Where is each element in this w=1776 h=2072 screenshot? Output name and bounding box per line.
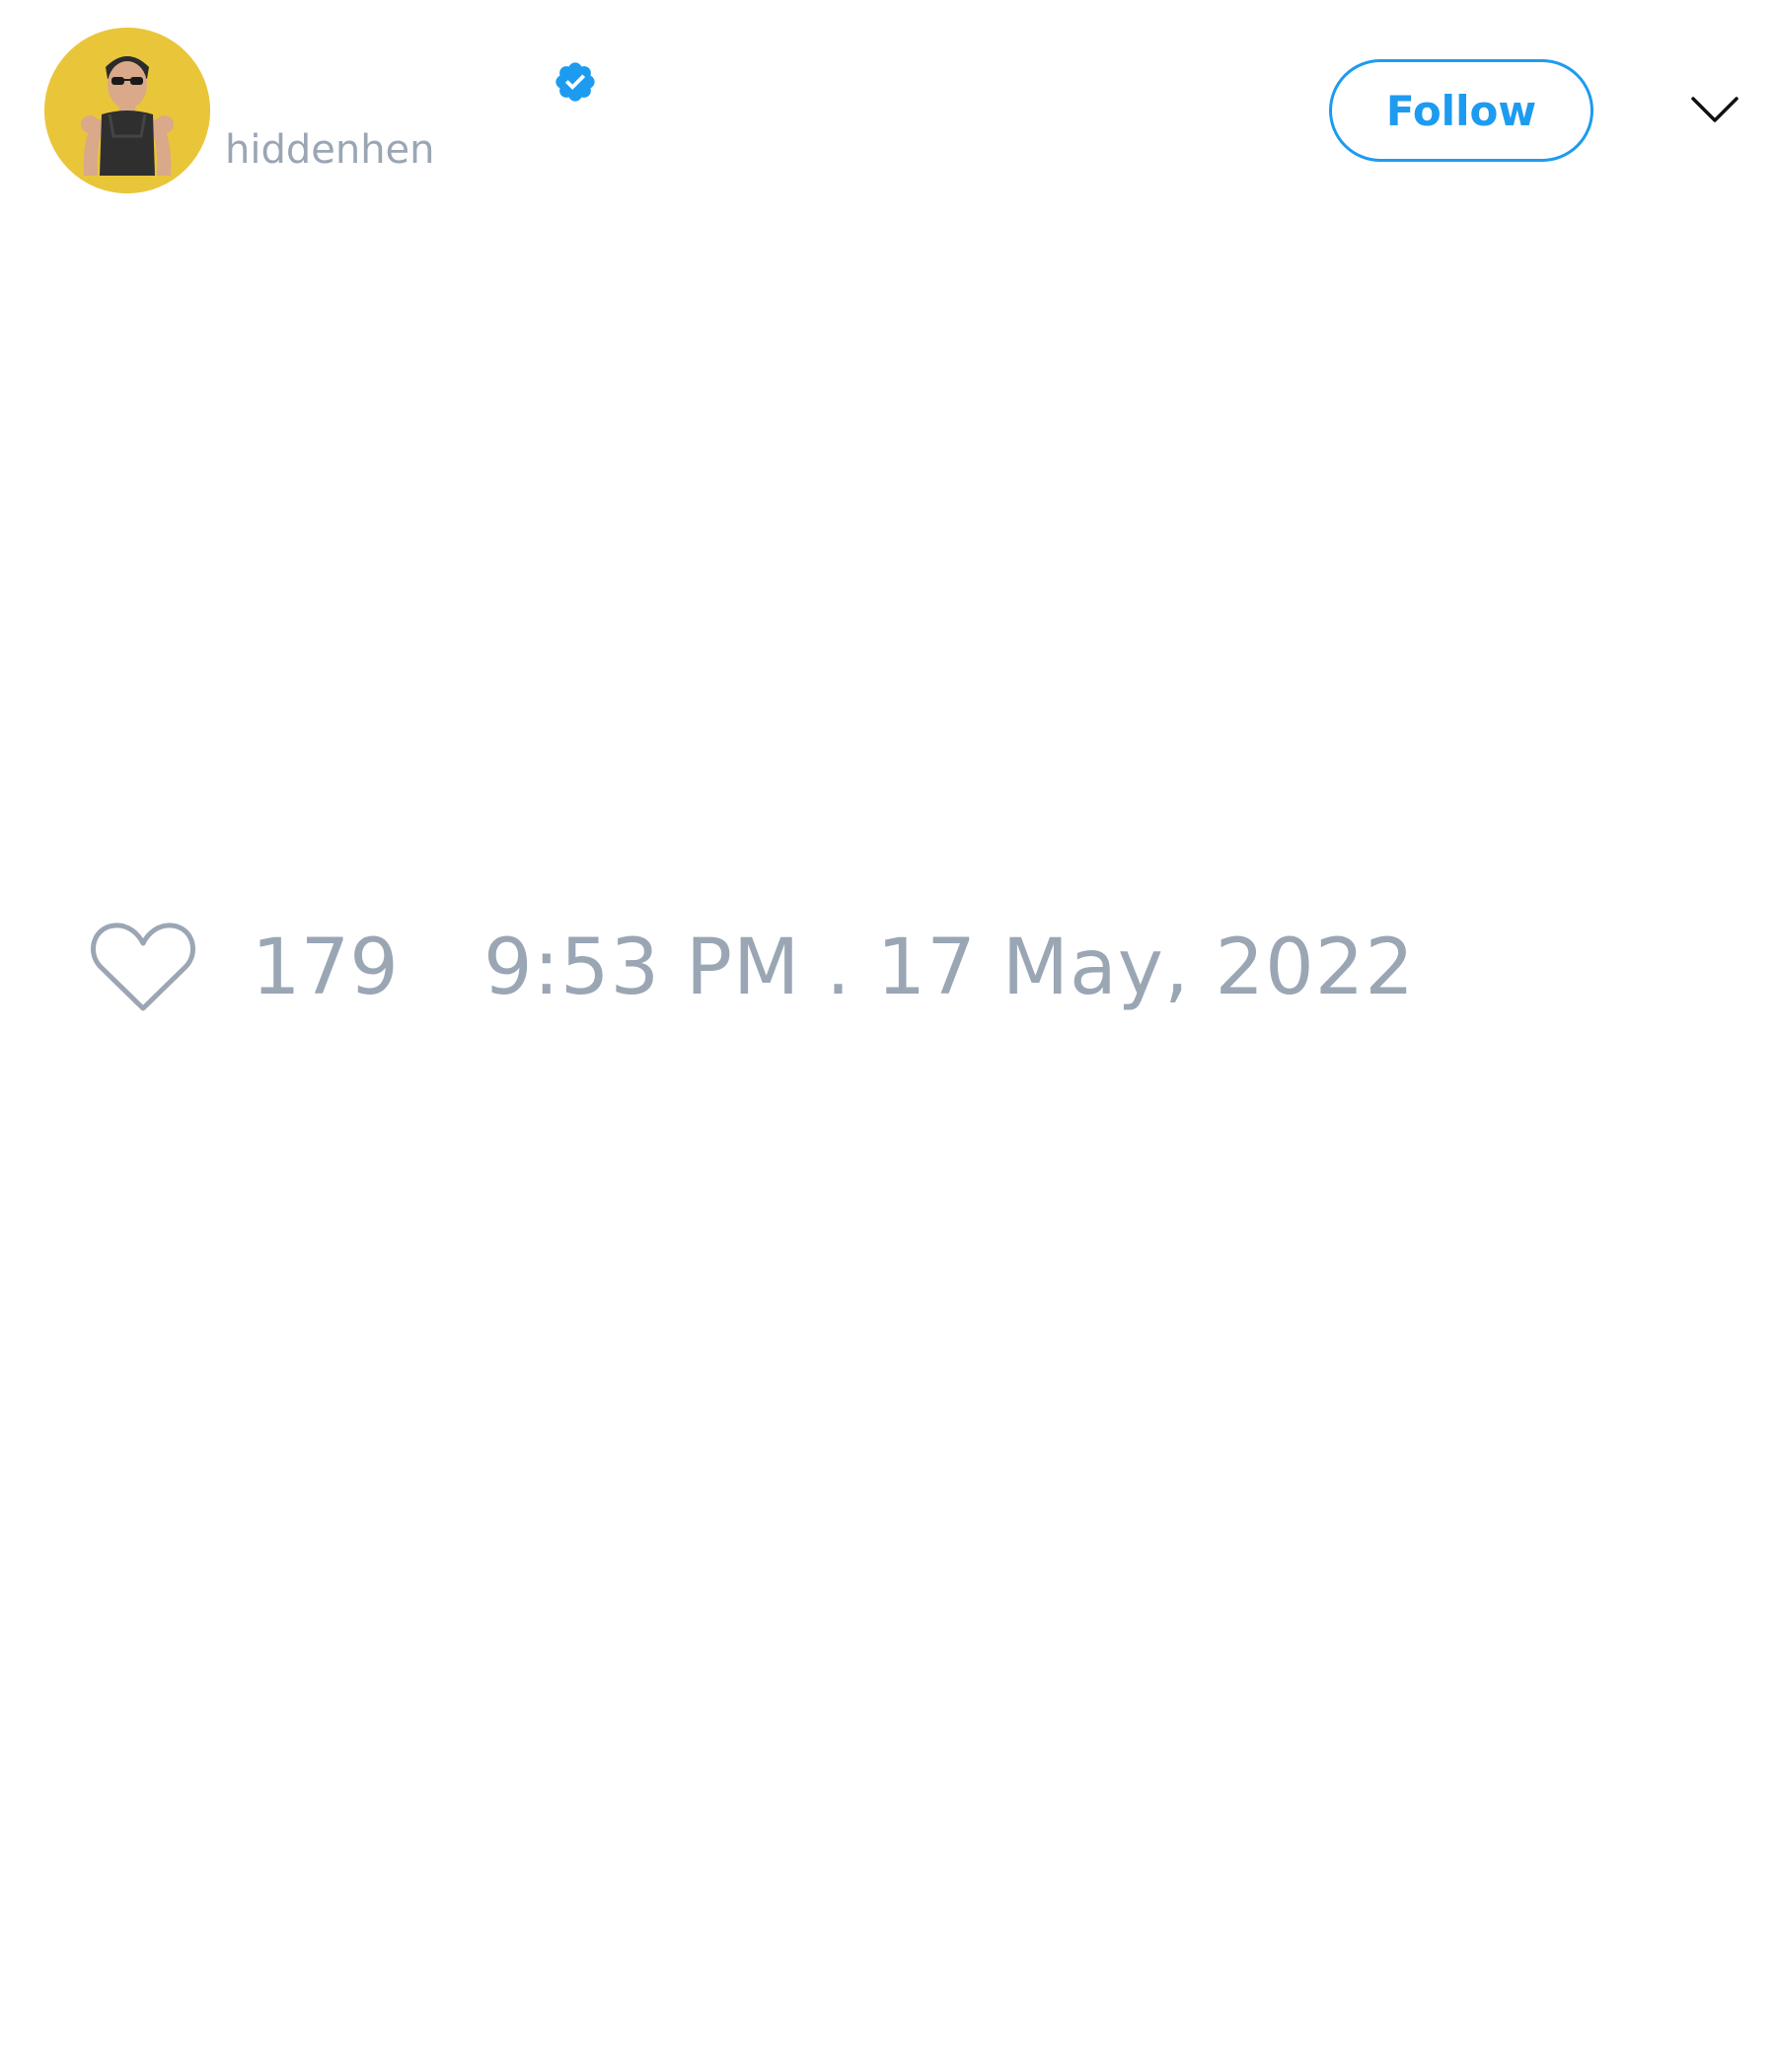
follow-button[interactable]: Follow: [1329, 59, 1593, 162]
avatar-portrait: [44, 28, 210, 193]
chevron-down-icon[interactable]: [1689, 89, 1740, 128]
tweet-timestamp[interactable]: 9:53 PM . 17 May, 2022: [483, 924, 1415, 1012]
heart-icon[interactable]: [89, 918, 197, 1016]
author-handle[interactable]: hiddenhen: [225, 126, 435, 174]
verified-badge-icon: [553, 59, 598, 105]
avatar[interactable]: [44, 28, 210, 193]
like-count: 179: [252, 924, 399, 1012]
